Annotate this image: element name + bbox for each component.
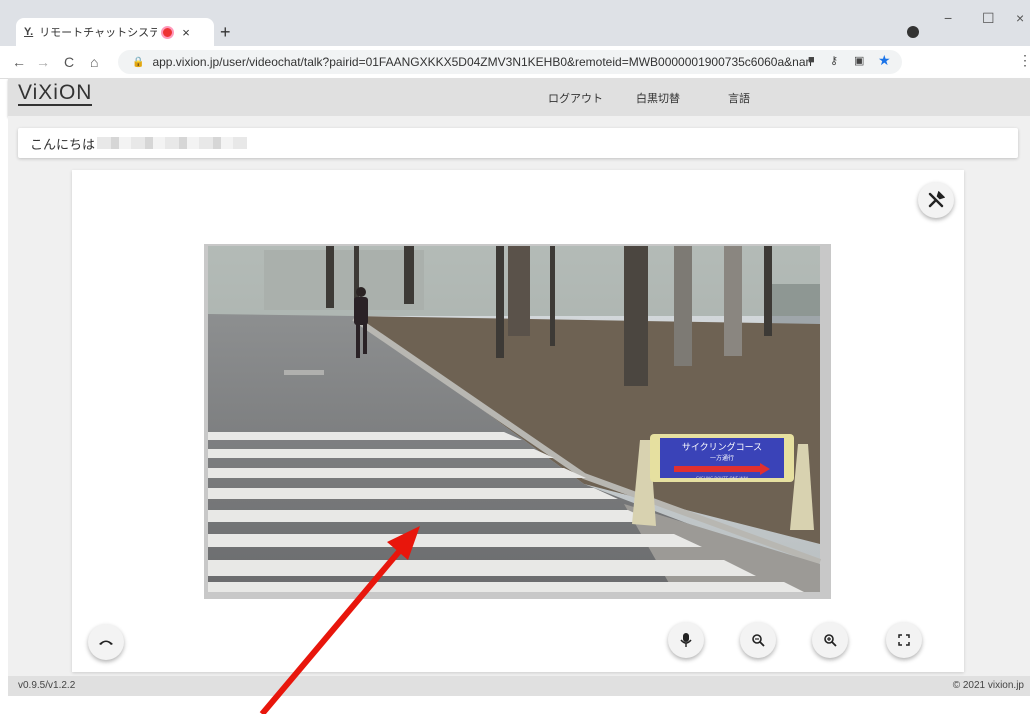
annotation-arrow — [259, 526, 420, 714]
